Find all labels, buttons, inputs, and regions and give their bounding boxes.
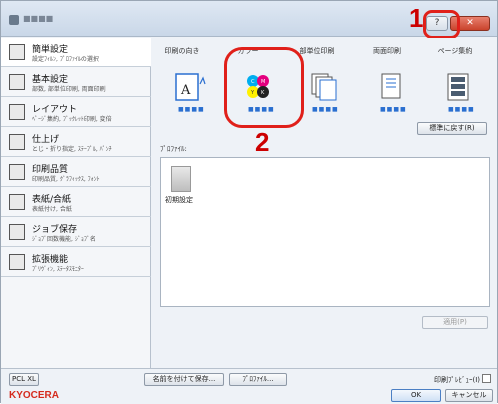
reset-defaults-button[interactable]: 標準に戻す(R) (417, 122, 487, 135)
printer-icon (9, 15, 19, 25)
quick-setup-icon (9, 44, 25, 60)
sidebar-item-subtitle: とじ・折り指定, ｽﾃｰﾌﾟﾙ, ﾊﾟﾝﾁ (32, 146, 112, 153)
profile-button[interactable]: ﾌﾟﾛﾌｧｲﾙ... (229, 373, 287, 386)
kyocera-logo: KYOCERA (9, 390, 60, 401)
save-as-button[interactable]: 名前を付けて保存... (144, 373, 224, 386)
print-preview-checkbox[interactable] (482, 374, 491, 383)
svg-text:A: A (180, 83, 191, 98)
sidebar-item-cover[interactable]: 表紙/合紙 表紙付け, 合紙 (1, 188, 151, 217)
print-preview-label: 印刷ﾌﾟﾚﾋﾞｭｰ(I) (434, 376, 481, 384)
main-panel: 印刷の向き カラー 部単位印刷 両面印刷 ページ集約 A C M Y K ■■■… (152, 38, 497, 368)
callout-number-1: 1 (409, 3, 424, 33)
window-title: ■■■■ (23, 14, 54, 23)
profile-thumbnail (171, 166, 191, 192)
sidebar-item-finishing[interactable]: 仕上げ とじ・折り指定, ｽﾃｰﾌﾟﾙ, ﾊﾟﾝﾁ (1, 128, 151, 157)
job-icon (9, 224, 25, 240)
printer-preferences-window: ■■■■ ? ✕ 1 簡単設定 設定ﾌｨﾙﾝ, ﾌﾟﾛﾌｧｲﾙの選択 基本設定 … (0, 0, 498, 404)
orientation-icon[interactable]: A (172, 72, 206, 102)
profile-list[interactable]: 初期設定 (160, 157, 490, 307)
quality-icon (9, 164, 25, 180)
callout-number-2: 2 (255, 127, 270, 157)
duplex-option-dots[interactable]: ■■■■ (380, 106, 410, 113)
layout-icon (9, 104, 25, 120)
sidebar-item-advanced[interactable]: 拡張機能 ﾌﾟﾘｳﾞｨﾝ, ｽﾃｰﾀｽﾓﾆﾀｰ (1, 248, 151, 277)
advanced-icon (9, 254, 25, 270)
profile-item-default[interactable]: 初期設定 (165, 166, 205, 205)
profile-item-name: 初期設定 (165, 196, 193, 204)
bottom-bar: PCL XL 名前を付けて保存... ﾌﾟﾛﾌｧｲﾙ... 印刷ﾌﾟﾚﾋﾞｭｰ(… (1, 368, 497, 404)
cancel-button[interactable]: キャンセル (445, 389, 493, 402)
help-highlight-ring (423, 10, 460, 39)
sidebar-item-subtitle: 設定ﾌｨﾙﾝ, ﾌﾟﾛﾌｧｲﾙの選択 (32, 56, 99, 63)
tab-duplex-label: 両面印刷 (373, 47, 401, 55)
apply-button[interactable]: 適用(P) (422, 316, 488, 329)
color-highlight-ring (224, 47, 304, 128)
sidebar: 簡単設定 設定ﾌｨﾙﾝ, ﾌﾟﾛﾌｧｲﾙの選択 基本設定 部数, 部単位印刷, … (1, 38, 151, 368)
sidebar-item-subtitle: 印刷品質, ｸﾞﾗﾌｨｯｸｽ, ﾌｫﾝﾄ (32, 176, 100, 183)
sidebar-item-job[interactable]: ジョブ保存 ｼﾞｮﾌﾞ回数機能, ｼﾞｮﾌﾞ名 (1, 218, 151, 247)
sidebar-item-subtitle: ﾌﾟﾘｳﾞｨﾝ, ｽﾃｰﾀｽﾓﾆﾀｰ (32, 266, 84, 273)
tab-orientation-label: 印刷の向き (164, 47, 200, 55)
sidebar-item-subtitle: ｼﾞｮﾌﾞ回数機能, ｼﾞｮﾌﾞ名 (32, 236, 96, 243)
sidebar-item-quality[interactable]: 印刷品質 印刷品質, ｸﾞﾗﾌｨｯｸｽ, ﾌｫﾝﾄ (1, 158, 151, 187)
ok-button[interactable]: OK (391, 389, 441, 402)
sidebar-item-subtitle: 表紙付け, 合紙 (32, 206, 72, 213)
profile-label: ﾌﾟﾛﾌｧｲﾙ: (160, 145, 187, 153)
collate-option-dots[interactable]: ■■■■ (312, 106, 342, 113)
multiup-option-dots[interactable]: ■■■■ (448, 106, 478, 113)
finishing-icon (9, 134, 25, 150)
sidebar-item-basic[interactable]: 基本設定 部数, 部単位印刷, 両面印刷 (1, 68, 151, 97)
pcl-xl-button[interactable]: PCL XL (9, 373, 39, 386)
orientation-option-dots[interactable]: ■■■■ (178, 106, 208, 113)
sidebar-item-subtitle: ﾍﾟｰｼﾞ集約, ﾌﾞｯｸﾚｯﾄ印刷, 変倍 (32, 116, 112, 123)
basic-icon (9, 74, 25, 90)
cover-icon (9, 194, 25, 210)
duplex-icon[interactable] (374, 72, 408, 102)
multiup-icon[interactable] (442, 72, 476, 102)
sidebar-item-layout[interactable]: レイアウト ﾍﾟｰｼﾞ集約, ﾌﾞｯｸﾚｯﾄ印刷, 変倍 (1, 98, 151, 127)
collate-icon[interactable] (307, 72, 341, 102)
sidebar-item-subtitle: 部数, 部単位印刷, 両面印刷 (32, 86, 106, 93)
sidebar-item-quick-setup[interactable]: 簡単設定 設定ﾌｨﾙﾝ, ﾌﾟﾛﾌｧｲﾙの選択 (1, 38, 151, 67)
tab-multiup-label: ページ集約 (437, 47, 473, 55)
